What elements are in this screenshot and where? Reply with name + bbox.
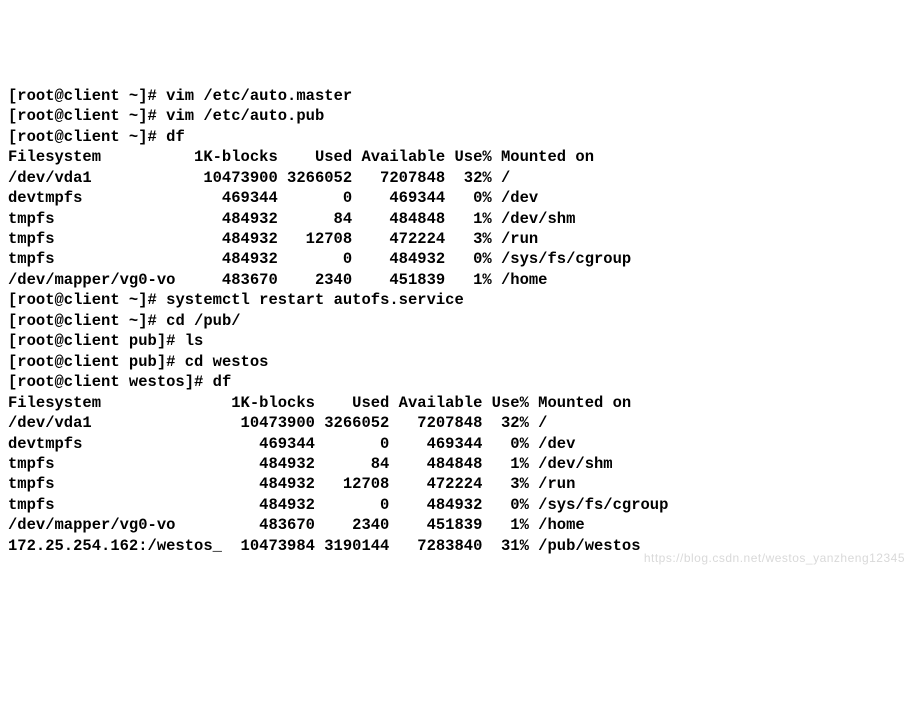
df-row: /dev/vda1 10473900 3266052 7207848 32% / [8,414,548,432]
prompt: [root@client ~]# [8,312,166,330]
prompt: [root@client ~]# [8,291,166,309]
df-row: /dev/vda1 10473900 3266052 7207848 32% / [8,169,510,187]
df-row: tmpfs 484932 84 484848 1% /dev/shm [8,455,613,473]
command-text: cd /pub/ [166,312,240,330]
df-row: devtmpfs 469344 0 469344 0% /dev [8,189,538,207]
df-row: devtmpfs 469344 0 469344 0% /dev [8,435,575,453]
command-text: vim /etc/auto.pub [166,107,324,125]
prompt: [root@client ~]# [8,128,166,146]
prompt: [root@client pub]# [8,353,185,371]
prompt: [root@client westos]# [8,373,213,391]
df-header-line: Filesystem 1K-blocks Used Available Use%… [8,148,594,166]
command-text: cd westos [185,353,269,371]
command-text: df [213,373,232,391]
df-row: tmpfs 484932 0 484932 0% /sys/fs/cgroup [8,496,668,514]
prompt: [root@client ~]# [8,87,166,105]
df-row: tmpfs 484932 12708 472224 3% /run [8,475,575,493]
df-row: /dev/mapper/vg0-vo 483670 2340 451839 1%… [8,271,548,289]
df-row: tmpfs 484932 84 484848 1% /dev/shm [8,210,575,228]
command-text: ls [185,332,204,350]
df-row: /dev/mapper/vg0-vo 483670 2340 451839 1%… [8,516,585,534]
command-text: df [166,128,185,146]
df-header-line: Filesystem 1K-blocks Used Available Use%… [8,394,631,412]
terminal-output[interactable]: [root@client ~]# vim /etc/auto.master [r… [8,86,911,556]
command-text: vim /etc/auto.master [166,87,352,105]
df-row: 172.25.254.162:/westos_ 10473984 3190144… [8,537,641,555]
prompt: [root@client pub]# [8,332,185,350]
prompt: [root@client ~]# [8,107,166,125]
command-text: systemctl restart autofs.service [166,291,464,309]
df-row: tmpfs 484932 12708 472224 3% /run [8,230,538,248]
df-row: tmpfs 484932 0 484932 0% /sys/fs/cgroup [8,250,631,268]
